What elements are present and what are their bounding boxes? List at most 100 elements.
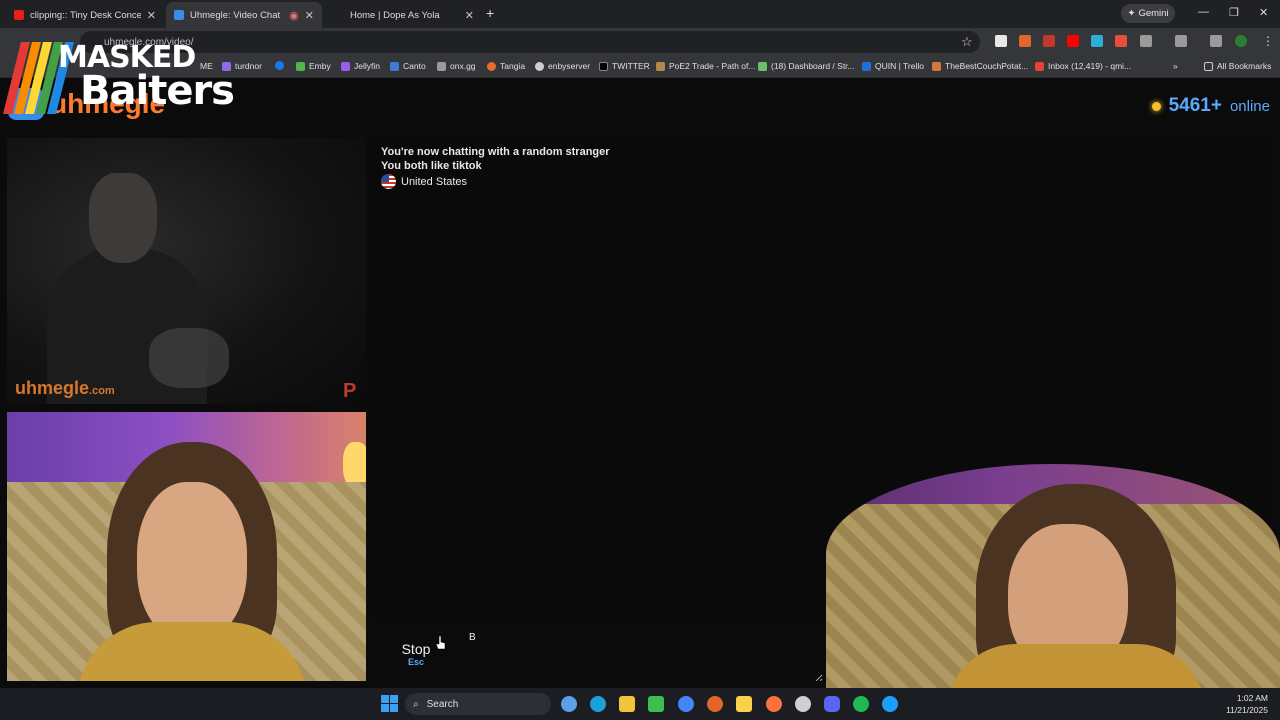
clock-date: 11/21/2025 [1226, 705, 1268, 715]
extension-youtube-icon[interactable] [1067, 35, 1079, 47]
stranger-country: United States [381, 174, 467, 189]
couch-potato-icon [932, 61, 941, 71]
clock-time: 1:02 AM [1236, 693, 1268, 703]
person-shirt [946, 644, 1206, 690]
gemini-label: Gemini [1138, 8, 1169, 19]
youtube-icon [14, 10, 24, 20]
lamp [343, 442, 366, 487]
watermark-line2: Baiters [80, 68, 235, 114]
sparkle-icon: ✦ [1127, 8, 1136, 19]
canto-icon [390, 61, 399, 71]
online-count: 5461+ [1168, 95, 1222, 116]
search-icon: ⌕ [413, 698, 419, 710]
self-video [7, 412, 366, 681]
taskbar-search[interactable]: ⌕ Search [405, 693, 551, 715]
steam-icon[interactable] [882, 696, 898, 712]
tab-title: Home | Dope As Yola [350, 9, 440, 21]
bookmark-item[interactable]: Inbox (12,419) - qmi... [1035, 61, 1131, 71]
country-name: United States [401, 175, 468, 188]
reading-list-icon[interactable] [1210, 35, 1222, 47]
game-launcher-icon[interactable] [795, 696, 811, 712]
hand-cursor-icon [436, 636, 446, 650]
streamer-camera-overlay [826, 464, 1280, 690]
chrome-icon[interactable] [678, 696, 694, 712]
stop-label: Stop [401, 641, 431, 657]
menu-kebab-icon[interactable]: ⋮ [1262, 34, 1274, 48]
windows-taskbar [0, 688, 1280, 720]
bookmark-item[interactable] [275, 61, 288, 70]
bookmarks-overflow-icon[interactable]: » [1173, 61, 1178, 71]
browser-tab-youtube[interactable]: clipping:: Tiny Desk Concert - Y ✕ [6, 2, 164, 28]
tab-title: Uhmegle: Video Chat | Rand [190, 9, 283, 21]
x-twitter-icon [599, 61, 608, 71]
extension-badge-icon[interactable] [1043, 35, 1055, 47]
trello-icon [862, 61, 871, 71]
bookmark-item[interactable]: TheBestCouchPotat... [932, 61, 1028, 71]
bookmark-item[interactable]: Jellyfin [341, 61, 380, 71]
extension-7tv-icon[interactable] [1091, 35, 1103, 47]
profile-avatar-icon[interactable] [1235, 35, 1247, 47]
message-input[interactable]: B [463, 626, 823, 682]
video-watermark: uhmegle.com [15, 378, 115, 398]
file-explorer-icon[interactable] [619, 696, 635, 712]
close-tab-icon[interactable]: ✕ [465, 9, 474, 22]
online-counter: 5461+ online [1151, 95, 1270, 117]
discord-icon[interactable] [824, 696, 840, 712]
stop-button[interactable]: Stop Esc [373, 626, 459, 682]
us-flag-icon [381, 174, 396, 189]
common-interest-message: You both like tiktok [381, 160, 482, 172]
online-label: online [1229, 97, 1270, 115]
blank-favicon-icon [334, 10, 344, 20]
sticky-notes-icon[interactable] [736, 696, 752, 712]
new-tab-button[interactable]: + [486, 5, 494, 21]
bookmark-item[interactable]: Tangia [487, 61, 525, 71]
online-dot-icon [1151, 101, 1161, 111]
bookmark-item[interactable]: (18) Dashboard / Str... [758, 61, 855, 71]
globe-icon [535, 61, 544, 71]
dashboard-icon [758, 61, 767, 71]
stranger-hand [149, 328, 229, 388]
stranger-video: uhmegle.com P [7, 138, 366, 404]
extension-fox-icon[interactable] [1019, 35, 1031, 47]
bookmark-star-icon[interactable]: ☆ [961, 34, 973, 50]
extension-k-icon[interactable] [995, 35, 1007, 47]
bookmark-item[interactable]: PoE2 Trade - Path of... [656, 61, 755, 71]
onx-icon [437, 61, 446, 71]
bookmark-item[interactable]: Canto [390, 61, 426, 71]
close-tab-icon[interactable]: ✕ [305, 9, 314, 22]
firefox-icon[interactable] [766, 696, 782, 712]
close-window-button[interactable]: ✕ [1259, 6, 1268, 19]
cast-icon[interactable] [1175, 35, 1187, 47]
stop-shortcut: Esc [407, 657, 424, 667]
folder-icon [1204, 61, 1213, 71]
bookmark-item[interactable]: Emby [296, 61, 331, 71]
system-message: You're now chatting with a random strang… [381, 146, 610, 158]
edge-icon[interactable] [590, 696, 606, 712]
bookmark-item[interactable]: onx.gg [437, 61, 476, 71]
uhmegle-favicon-icon [174, 10, 184, 20]
system-clock[interactable]: 1:02 AM 11/21/2025 [1226, 692, 1268, 716]
close-tab-icon[interactable]: ✕ [147, 9, 156, 22]
bookmark-item[interactable]: TWITTER [599, 61, 650, 71]
bookmark-item[interactable]: QUIN | Trello [862, 61, 924, 71]
bookmark-item[interactable]: enbyserver [535, 61, 590, 71]
poe2-icon [656, 61, 665, 71]
search-label: Search [426, 698, 459, 710]
restore-button[interactable]: ❐ [1229, 6, 1239, 19]
browser-tab-dope-as-yola[interactable]: Home | Dope As Yola ✕ [326, 2, 482, 28]
masked-baiters-watermark: MASKED Baiters [3, 40, 235, 114]
browser-tab-uhmegle[interactable]: Uhmegle: Video Chat | Rand ◉ ✕ [166, 2, 322, 28]
extensions-puzzle-icon[interactable] [1140, 35, 1152, 47]
media-player-icon[interactable] [648, 696, 664, 712]
gemini-button[interactable]: ✦ Gemini [1121, 4, 1175, 23]
facebook-icon [275, 61, 284, 70]
spotify-icon[interactable] [853, 696, 869, 712]
report-badge-icon[interactable]: P [343, 380, 356, 403]
windows-start-icon[interactable] [381, 695, 398, 712]
widgets-icon[interactable] [561, 696, 577, 712]
gmail-icon [1035, 61, 1044, 71]
extension-red-icon[interactable] [1115, 35, 1127, 47]
all-bookmarks-button[interactable]: All Bookmarks [1204, 61, 1271, 71]
basketball-icon[interactable] [707, 696, 723, 712]
minimize-button[interactable]: — [1198, 6, 1209, 18]
